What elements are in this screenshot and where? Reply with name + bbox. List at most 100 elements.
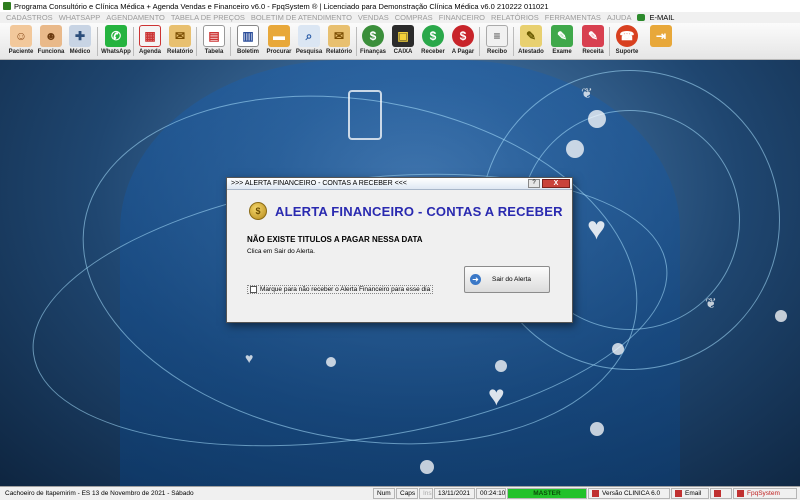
heart-icon: ♥ xyxy=(587,210,606,246)
support-icon: ☎ xyxy=(616,25,638,47)
checkbox-square[interactable] xyxy=(250,286,257,293)
status-ins: Ins xyxy=(419,488,433,499)
toolbar-receita-label: Receita xyxy=(582,49,604,55)
brand-icon xyxy=(737,490,744,497)
report-icon: ✉ xyxy=(169,25,191,47)
window-titlebar: Programa Consultório e Clínica Médica + … xyxy=(0,0,800,12)
toolbar-recibo-button[interactable]: ≡ Recibo xyxy=(481,25,513,55)
toolbar-tabela-button[interactable]: ▤ Tabela xyxy=(198,25,230,55)
toolbar-suporte-label: Suporte xyxy=(615,49,639,55)
dont-alert-checkbox-label: Marque para não receber o Alerta Finance… xyxy=(260,286,431,293)
search-icon: ⌕ xyxy=(298,25,320,47)
status-bar: Cachoeiro de Itapemirim - ES 13 de Novem… xyxy=(0,486,800,500)
toolbar-procurar-button[interactable]: ▬ Procurar xyxy=(263,25,295,55)
toolbar-exame-label: Exame xyxy=(552,49,572,55)
toolbar: ☺ Paciente ☻ Funciona ✚ Médico ✆ WhatsAp… xyxy=(0,23,800,60)
toolbar-relatorio2-label: Relatório xyxy=(325,49,352,55)
receipt-icon: ≡ xyxy=(486,25,508,47)
icon-bubble xyxy=(612,343,624,355)
dialog-message: NÃO EXISTE TITULOS A PAGAR NESSA DATA xyxy=(247,235,423,244)
toolbar-relatorio1-button[interactable]: ✉ Relatório xyxy=(164,25,196,55)
dialog-title: >>> ALERTA FINANCEIRO - CONTAS A RECEBER… xyxy=(231,180,407,187)
menu-compras[interactable]: COMPRAS xyxy=(392,13,436,22)
menu-ferramentas[interactable]: FERRAMENTAS xyxy=(542,13,604,22)
icon-bubble xyxy=(326,357,336,367)
window-title: Programa Consultório e Clínica Médica + … xyxy=(14,1,549,11)
toolbar-apagar-button[interactable]: $ A Pagar xyxy=(447,25,479,55)
toolbar-funciona-button[interactable]: ☻ Funciona xyxy=(35,25,67,55)
toolbar-whatsapp-button[interactable]: ✆ WhatsApp xyxy=(100,25,132,55)
toolbar-caixa-label: CAIXA xyxy=(393,49,413,55)
icon-bubble xyxy=(495,360,507,372)
menu-ajuda[interactable]: AJUDA xyxy=(604,13,635,22)
menu-vendas[interactable]: VENDAS xyxy=(355,13,392,22)
toolbar-receber-button[interactable]: $ Receber xyxy=(417,25,449,55)
prescription-icon: ✎ xyxy=(582,25,604,47)
dialog-hint: Clica em Sair do Alerta. xyxy=(247,248,315,255)
arrow-right-icon: ➜ xyxy=(470,274,481,285)
lungs-icon: ❦ xyxy=(705,295,717,311)
whatsapp-icon: ✆ xyxy=(105,25,127,47)
menu-relatorios[interactable]: RELATÓRIOS xyxy=(488,13,542,22)
dialog-help-button[interactable]: ? xyxy=(528,179,540,188)
toolbar-agenda-label: Agenda xyxy=(138,49,161,55)
phone-icon xyxy=(348,90,382,140)
toolbar-pesquisa-label: Pesquisa xyxy=(295,49,323,55)
toolbar-boletim-button[interactable]: ▥ Boletim xyxy=(232,25,264,55)
toolbar-exit-button[interactable]: ⇥ xyxy=(645,25,677,47)
menu-tabela-de-precos[interactable]: TABELA DE PREÇOS xyxy=(168,13,248,22)
toolbar-procurar-label: Procurar xyxy=(266,49,292,55)
menu-agendamento[interactable]: AGENDAMENTO xyxy=(103,13,168,22)
dont-alert-checkbox[interactable]: Marque para não receber o Alerta Finance… xyxy=(247,285,434,294)
icon-bubble xyxy=(566,140,584,158)
status-email-label: Email xyxy=(685,490,702,497)
toolbar-whatsapp-label: WhatsApp xyxy=(101,49,131,55)
price-table-icon: ▤ xyxy=(203,25,225,47)
menu-email[interactable]: E-MAIL xyxy=(634,13,677,22)
icon-bubble xyxy=(420,460,434,474)
exam-icon: ✎ xyxy=(551,25,573,47)
toolbar-agenda-button[interactable]: ▦ Agenda xyxy=(134,25,166,55)
dialog-header: $ ALERTA FINANCEIRO - CONTAS A RECEBER xyxy=(249,202,563,220)
exit-alert-label: Sair do Alerta xyxy=(492,276,532,283)
dialog-close-button[interactable]: X xyxy=(542,179,570,188)
pay-money-icon: $ xyxy=(452,25,474,47)
calendar-icon: ▦ xyxy=(139,25,161,47)
toolbar-suporte-button[interactable]: ☎ Suporte xyxy=(611,25,643,55)
status-version-label: Versão CLINICA 6.0 xyxy=(602,490,661,497)
toolbar-separator xyxy=(196,27,197,56)
menu-email-label: E-MAIL xyxy=(649,13,675,22)
app-icon xyxy=(3,2,11,10)
toolbar-paciente-button[interactable]: ☺ Paciente xyxy=(5,25,37,55)
toolbar-medico-button[interactable]: ✚ Médico xyxy=(64,25,96,55)
toolbar-exame-button[interactable]: ✎ Exame xyxy=(546,25,578,55)
exit-alert-button[interactable]: ➜ Sair do Alerta xyxy=(464,266,550,293)
exit-door-icon: ⇥ xyxy=(650,25,672,47)
toolbar-separator xyxy=(97,27,98,56)
toolbar-pesquisa-button[interactable]: ⌕ Pesquisa xyxy=(293,25,325,55)
toolbar-receita-button[interactable]: ✎ Receita xyxy=(577,25,609,55)
status-email-button[interactable]: Email xyxy=(671,488,709,499)
status-user-master: MASTER xyxy=(507,488,587,499)
status-date: 13/11/2021 xyxy=(434,488,475,499)
doctor-icon: ✚ xyxy=(69,25,91,47)
status-brand[interactable]: FpqSystem xyxy=(733,488,797,499)
heart-icon: ♥ xyxy=(488,380,505,411)
menu-whatsapp[interactable]: WHATSAPP xyxy=(56,13,104,22)
toolbar-financas-button[interactable]: $ Finanças xyxy=(357,25,389,55)
bulletin-icon: ▥ xyxy=(237,25,259,47)
toolbar-separator xyxy=(479,27,480,56)
menu-boletim[interactable]: BOLETIM DE ATENDIMENTO xyxy=(248,13,355,22)
toolbar-atestado-label: Atestado xyxy=(518,49,544,55)
toolbar-tabela-label: Tabela xyxy=(204,49,224,55)
dialog-heading: ALERTA FINANCEIRO - CONTAS A RECEBER xyxy=(275,203,563,219)
toolbar-caixa-button[interactable]: ▣ CAIXA xyxy=(387,25,419,55)
toolbar-relatorio2-button[interactable]: ✉ Relatório xyxy=(323,25,355,55)
menu-financeiro[interactable]: FINANCEIRO xyxy=(436,13,488,22)
folder-icon: ▬ xyxy=(268,25,290,47)
report-icon: ✉ xyxy=(328,25,350,47)
status-version: Versão CLINICA 6.0 xyxy=(588,488,670,499)
toolbar-separator xyxy=(609,27,610,56)
menu-cadastros[interactable]: CADASTROS xyxy=(3,13,56,22)
toolbar-atestado-button[interactable]: ✎ Atestado xyxy=(515,25,547,55)
